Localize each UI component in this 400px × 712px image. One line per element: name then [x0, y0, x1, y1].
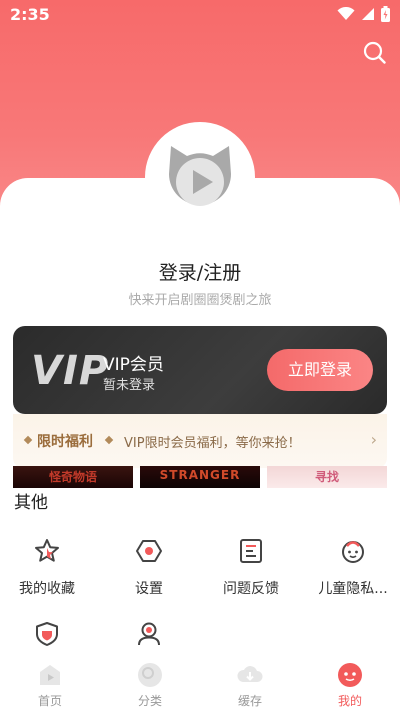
promo-banner[interactable]: 限时福利 VIP限时会员福利，等你来抢！ › — [13, 414, 387, 468]
shield-icon — [36, 622, 58, 646]
tab-home[interactable]: 首页 — [0, 662, 100, 709]
login-now-button[interactable]: 立即登录 — [267, 349, 373, 391]
vip-status: 暂未登录 — [103, 378, 156, 393]
search-button[interactable] — [362, 40, 388, 66]
avatar[interactable] — [145, 122, 255, 232]
login-subtitle: 快来开启剧圈圈煲剧之旅 — [128, 293, 272, 308]
home-icon — [40, 665, 60, 685]
status-icons — [337, 6, 390, 22]
star-icon — [35, 539, 59, 562]
poster-banners: 怪奇物语 STRANGER 寻找 — [13, 466, 387, 488]
tab-download[interactable]: 缓存 — [200, 662, 300, 709]
menu-item-label: 儿童隐私... — [318, 581, 388, 597]
vip-name: VIP会员 — [103, 355, 164, 375]
diamond-icon — [23, 435, 33, 445]
poster-banner[interactable]: 怪奇物语 — [13, 466, 133, 488]
tab-mine[interactable]: 我的 — [300, 662, 400, 709]
menu-item-favorites[interactable]: 我的收藏 — [0, 537, 97, 598]
vip-card[interactable]: VIP VIP会员 暂未登录 立即登录 — [13, 326, 387, 414]
section-title-other: 其他 — [14, 493, 48, 513]
chevron-right-icon: › — [370, 430, 377, 449]
status-bar: 2:35 — [0, 0, 400, 30]
poster-title: 寻找 — [314, 470, 339, 484]
bottom-tab-bar: 首页 分类 缓存 我的 — [0, 656, 400, 712]
tab-label: 分类 — [137, 694, 162, 708]
feedback-icon — [240, 539, 262, 563]
download-icon — [237, 666, 263, 682]
promo-tag: 限时福利 — [37, 434, 93, 450]
menu-item-child-privacy[interactable]: 儿童隐私... — [303, 537, 400, 598]
child-privacy-icon — [342, 541, 364, 563]
menu-item-feedback[interactable]: 问题反馈 — [201, 537, 301, 598]
poster-banner[interactable]: STRANGER — [140, 466, 260, 488]
status-time: 2:35 — [10, 5, 50, 24]
menu-item-label: 设置 — [135, 581, 163, 597]
tab-label: 我的 — [337, 694, 362, 708]
menu-item-account[interactable] — [99, 620, 199, 648]
poster-banner[interactable]: 寻找 — [267, 466, 387, 488]
tab-label: 缓存 — [237, 694, 262, 708]
menu-item-settings[interactable]: 设置 — [99, 537, 199, 598]
tab-label: 首页 — [37, 694, 62, 708]
menu-item-shield[interactable] — [0, 620, 97, 648]
person-icon — [138, 622, 160, 646]
vip-logo: VIP — [31, 348, 110, 394]
login-register-link[interactable]: 登录/注册 — [0, 258, 400, 285]
search-icon — [363, 41, 386, 64]
signal-icon — [362, 8, 374, 20]
wifi-icon — [337, 7, 355, 20]
mine-icon — [338, 663, 362, 687]
menu-item-label: 我的收藏 — [19, 581, 75, 597]
poster-title: STRANGER — [159, 468, 241, 482]
category-icon — [138, 663, 162, 687]
menu-item-label: 问题反馈 — [223, 581, 279, 597]
battery-icon — [381, 6, 390, 22]
cat-avatar-icon — [169, 146, 231, 206]
tab-category[interactable]: 分类 — [100, 662, 200, 709]
settings-icon — [136, 540, 162, 562]
poster-title: 怪奇物语 — [48, 470, 97, 484]
promo-text: VIP限时会员福利，等你来抢！ — [124, 436, 301, 451]
diamond-icon — [104, 435, 114, 445]
